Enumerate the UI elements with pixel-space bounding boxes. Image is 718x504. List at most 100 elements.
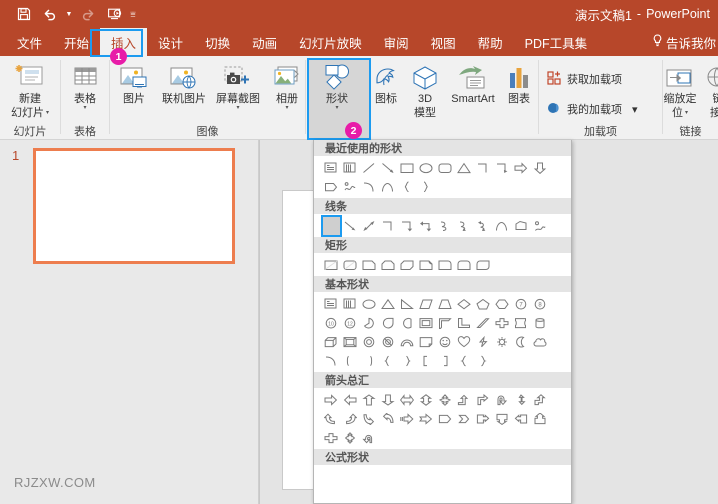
basic-chord-icon[interactable] — [397, 313, 416, 332]
basic-sun-icon[interactable] — [492, 332, 511, 351]
basic-left-brace2-icon[interactable] — [378, 351, 397, 370]
basic-right-bracket-icon[interactable] — [359, 351, 378, 370]
shapes-dropdown-menu[interactable]: 最近使用的形状 线条 矩形 基本形状 7 8 10 12 箭头总汇 公式形状 — [313, 140, 572, 504]
basic-no-symbol-icon[interactable] — [378, 332, 397, 351]
basic-cloud-icon[interactable] — [530, 332, 549, 351]
new-slide-button[interactable]: 新建 幻灯片 ▾ — [4, 59, 56, 125]
screenshot-caret-icon[interactable]: ▾ — [236, 105, 239, 112]
undo-dropdown-icon[interactable]: ▼ — [64, 2, 74, 26]
arrow-u-turn-icon[interactable] — [492, 390, 511, 409]
ribbon-tab-0[interactable]: 文件 — [6, 28, 53, 56]
start-slideshow-icon[interactable] — [102, 2, 126, 26]
arrow-curved-right-icon[interactable] — [340, 409, 359, 428]
get-addins-button[interactable]: 获取加载项 — [547, 68, 622, 90]
basic-cross-icon[interactable] — [492, 313, 511, 332]
arrow-up-down-icon[interactable] — [416, 390, 435, 409]
basic-cube-icon[interactable] — [321, 332, 340, 351]
rect-round-single-corner-icon[interactable] — [435, 255, 454, 274]
basic-diagonal-stripe-icon[interactable] — [473, 313, 492, 332]
ribbon-tab-8[interactable]: 视图 — [420, 28, 467, 56]
scribble-icon[interactable] — [530, 216, 549, 235]
table-caret-icon[interactable]: ▾ — [83, 105, 86, 112]
arrow-up-callout-icon[interactable] — [530, 409, 549, 428]
rect-rounded-icon[interactable] — [340, 255, 359, 274]
customize-qat-icon[interactable]: ⩸ — [128, 2, 138, 26]
undo-icon[interactable] — [38, 2, 62, 26]
shape-left-brace-icon[interactable] — [397, 177, 416, 196]
shape-right-brace-icon[interactable] — [416, 177, 435, 196]
arrow-cross-callout-icon[interactable] — [321, 428, 340, 447]
ribbon-tab-5[interactable]: 动画 — [241, 28, 288, 56]
slide-thumbnail-1[interactable] — [33, 148, 235, 264]
line-double-arrow-icon[interactable] — [359, 216, 378, 235]
arrow-curved-down-icon[interactable] — [378, 409, 397, 428]
shape-triangle-icon[interactable] — [454, 158, 473, 177]
arrow-bent-up-icon[interactable] — [454, 390, 473, 409]
arrow-quad-icon[interactable] — [435, 390, 454, 409]
chart-button[interactable]: 图表 — [500, 59, 538, 125]
basic-curly-right-icon[interactable] — [473, 351, 492, 370]
basic-folded-corner-icon[interactable] — [416, 332, 435, 351]
tell-me-box[interactable]: 告诉我你 — [652, 28, 716, 56]
arrow-curved-left-icon[interactable] — [321, 409, 340, 428]
arrow-notched-right-icon[interactable] — [416, 409, 435, 428]
curved-arrow-connector-icon[interactable] — [454, 216, 473, 235]
ribbon-tab-9[interactable]: 帮助 — [467, 28, 514, 56]
basic-decagon-icon[interactable]: 10 — [321, 313, 340, 332]
shape-elbow-arrow-connector-icon[interactable] — [492, 158, 511, 177]
online-picture-button[interactable]: 联机图片 — [158, 59, 210, 125]
shape-pentagon-icon[interactable] — [321, 177, 340, 196]
arrow-circular-icon[interactable] — [359, 428, 378, 447]
ribbon-tab-10[interactable]: PDF工具集 — [514, 28, 599, 56]
arrow-up-icon[interactable] — [359, 390, 378, 409]
shape-rectangle-icon[interactable] — [397, 158, 416, 177]
basic-curly-left-icon[interactable] — [454, 351, 473, 370]
icons-button[interactable]: 图标 — [366, 59, 406, 125]
arrow-pentagon-icon[interactable] — [435, 409, 454, 428]
screenshot-button[interactable]: 屏幕截图 ▾ — [212, 59, 264, 125]
elbow-arrow-connector-icon[interactable] — [397, 216, 416, 235]
picture-button[interactable]: 图片 — [112, 59, 156, 125]
ribbon-tab-3[interactable]: 设计 — [147, 28, 194, 56]
rect-snip-same-side-icon[interactable] — [378, 255, 397, 274]
shape-elbow-connector-icon[interactable] — [473, 158, 492, 177]
rect-snip-round-icon[interactable] — [416, 255, 435, 274]
basic-right-triangle-icon[interactable] — [397, 294, 416, 313]
freeform-icon[interactable] — [511, 216, 530, 235]
basic-l-shape-icon[interactable] — [454, 313, 473, 332]
shape-line-arrow-icon[interactable] — [378, 158, 397, 177]
shape-vertical-textbox-icon[interactable] — [340, 158, 359, 177]
arrow-right-icon[interactable] — [321, 390, 340, 409]
basic-textbox-icon[interactable] — [321, 294, 340, 313]
zoom-locate-caret-icon[interactable]: ▾ — [685, 110, 688, 117]
arrow-down-callout-icon[interactable] — [492, 409, 511, 428]
basic-trapezoid-icon[interactable] — [435, 294, 454, 313]
basic-hexagon-icon[interactable] — [492, 294, 511, 313]
ribbon-tab-4[interactable]: 切换 — [194, 28, 241, 56]
curved-double-arrow-connector-icon[interactable] — [473, 216, 492, 235]
basic-heptagon-icon[interactable]: 7 — [511, 294, 530, 313]
save-icon[interactable] — [12, 2, 36, 26]
basic-half-frame-icon[interactable] — [435, 313, 454, 332]
arrow-bent-up2-icon[interactable] — [530, 390, 549, 409]
basic-oval-icon[interactable] — [359, 294, 378, 313]
smartart-button[interactable]: SmartArt — [444, 59, 502, 125]
rect-plain-icon[interactable] — [321, 255, 340, 274]
basic-plaque-icon[interactable] — [511, 313, 530, 332]
elbow-double-arrow-connector-icon[interactable] — [416, 216, 435, 235]
arrow-left-icon[interactable] — [340, 390, 359, 409]
line-plain-icon[interactable] — [321, 216, 340, 235]
line-arrow-icon[interactable] — [340, 216, 359, 235]
shape-arc-icon[interactable] — [359, 177, 378, 196]
table-button[interactable]: 表格 ▾ — [59, 59, 111, 125]
photo-album-caret-icon[interactable]: ▾ — [285, 105, 288, 112]
basic-triangle-icon[interactable] — [378, 294, 397, 313]
basic-dodecagon-icon[interactable]: 12 — [340, 313, 359, 332]
link-button[interactable]: 链 接 ▾ — [701, 59, 718, 125]
shape-arc2-icon[interactable] — [378, 177, 397, 196]
shape-down-arrow-icon[interactable] — [530, 158, 549, 177]
arrow-left-callout-icon[interactable] — [511, 409, 530, 428]
shapes-caret-icon[interactable]: ▾ — [335, 105, 338, 112]
basic-pentagon-icon[interactable] — [473, 294, 492, 313]
arrow-curved-up-icon[interactable] — [359, 409, 378, 428]
